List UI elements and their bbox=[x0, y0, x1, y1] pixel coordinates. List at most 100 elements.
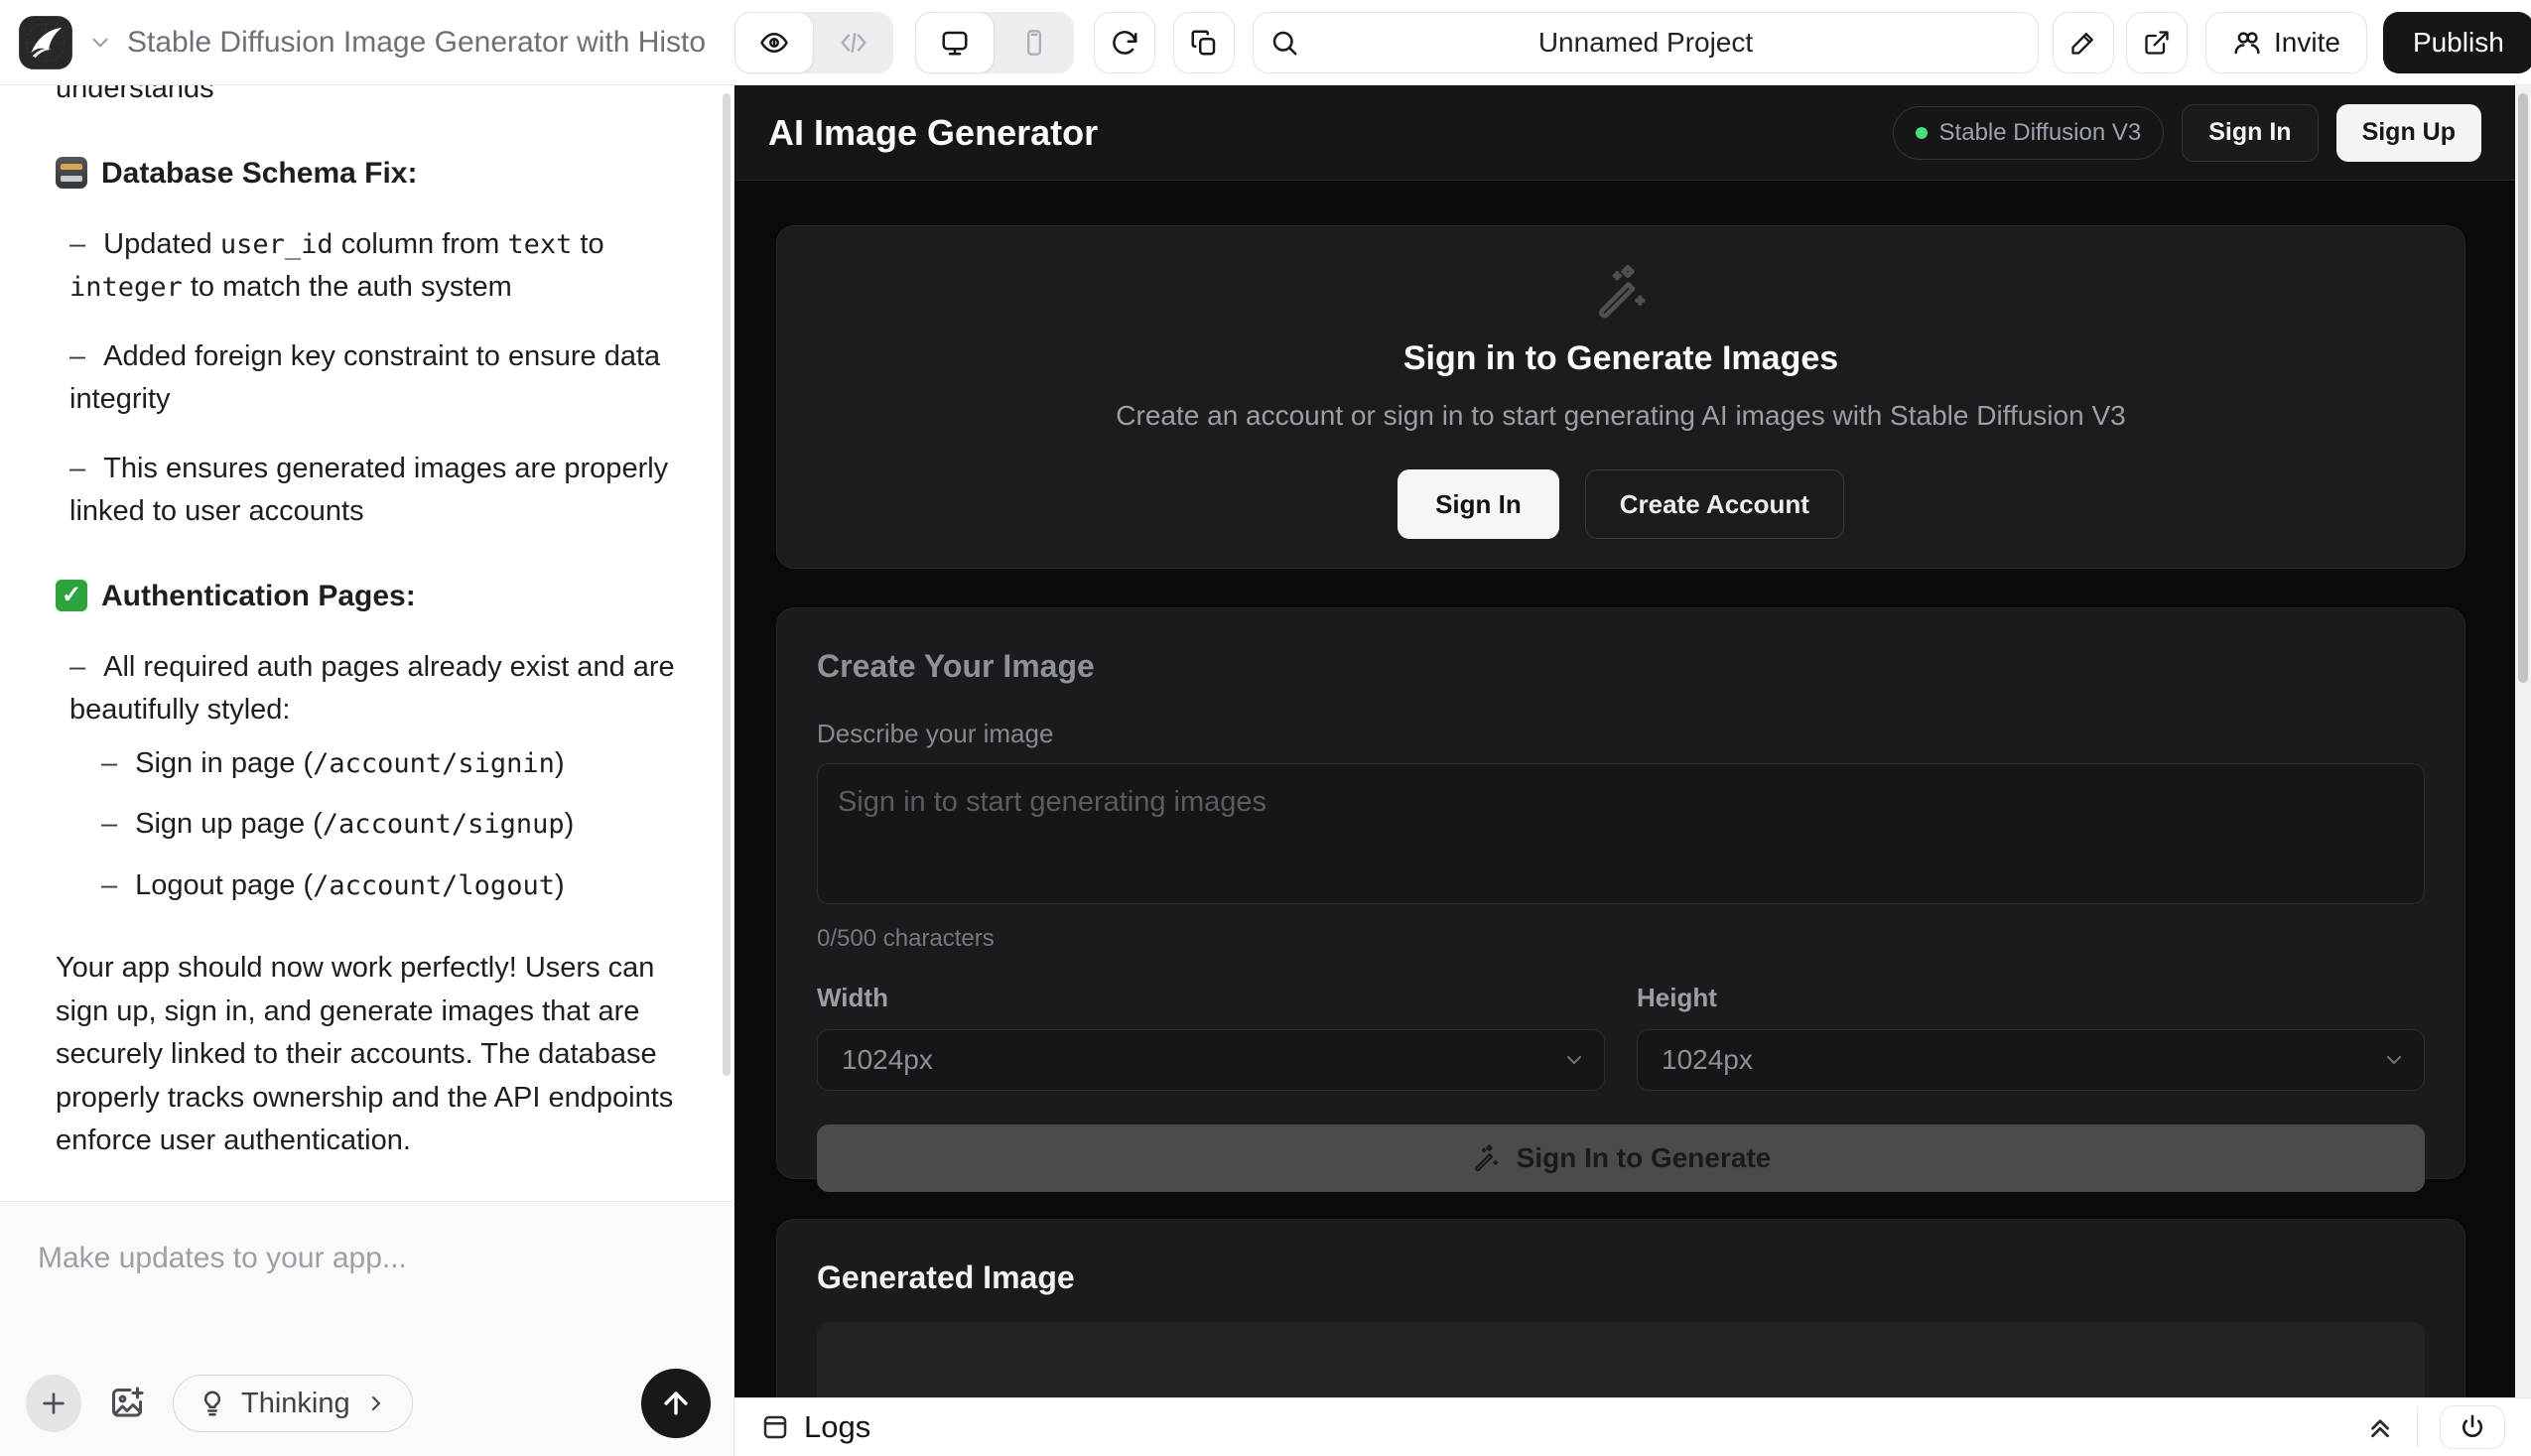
chat-scrollbar[interactable] bbox=[723, 93, 731, 1076]
chevron-down-icon[interactable] bbox=[87, 30, 113, 56]
project-name: Unnamed Project bbox=[1254, 27, 2038, 59]
expand-logs-button[interactable] bbox=[2365, 1412, 2395, 1442]
send-button[interactable] bbox=[641, 1369, 711, 1438]
app-preview: AI Image Generator Stable Diffusion V3 S… bbox=[734, 85, 2515, 1397]
chat-text: to match the auth system bbox=[183, 271, 512, 303]
divider bbox=[2417, 1407, 2418, 1447]
model-badge-label: Stable Diffusion V3 bbox=[1939, 119, 2142, 147]
code-icon bbox=[839, 28, 868, 58]
height-value: 1024px bbox=[1662, 1044, 1753, 1076]
hero-create-account-button[interactable]: Create Account bbox=[1585, 469, 1844, 539]
list-dash: – bbox=[101, 869, 117, 901]
chat-sublist: –Sign in page (/account/signin)–Sign up … bbox=[69, 742, 679, 908]
list-dash: – bbox=[101, 808, 117, 840]
hero-sign-in-button[interactable]: Sign In bbox=[1398, 469, 1559, 539]
phone-icon bbox=[1020, 29, 1048, 57]
magic-wand-icon bbox=[1471, 1143, 1501, 1173]
arrow-up-icon bbox=[659, 1387, 693, 1420]
add-attachment-button[interactable] bbox=[26, 1375, 81, 1432]
chevron-down-icon bbox=[1562, 1048, 1586, 1072]
chat-heading: Authentication Pages: bbox=[56, 574, 679, 618]
hero-subtitle: Create an account or sign in to start ge… bbox=[777, 400, 2464, 432]
chat-list-item: –Updated user_id column from text to int… bbox=[69, 223, 679, 310]
app-title: AI Image Generator bbox=[768, 112, 1098, 154]
code-toggle-button[interactable] bbox=[814, 12, 893, 73]
generate-label: Sign In to Generate bbox=[1517, 1142, 1772, 1174]
desktop-view-button[interactable] bbox=[915, 12, 995, 73]
preview-toggle-button[interactable] bbox=[734, 12, 814, 73]
rename-button[interactable] bbox=[2053, 12, 2114, 73]
open-external-button[interactable] bbox=[2126, 12, 2188, 73]
width-label: Width bbox=[817, 983, 1605, 1013]
chat-paragraph: Your app should now work perfectly! User… bbox=[56, 947, 679, 1163]
hero-title: Sign in to Generate Images bbox=[777, 339, 2464, 378]
height-select[interactable]: 1024px bbox=[1637, 1029, 2425, 1091]
header-sign-in-label: Sign In bbox=[2208, 118, 2291, 147]
browser-window-icon bbox=[760, 1412, 790, 1442]
preview-scrollbar-thumb[interactable] bbox=[2518, 93, 2528, 683]
invite-button[interactable]: Invite bbox=[2205, 12, 2367, 73]
chat-heading: Database Schema Fix: bbox=[56, 151, 679, 196]
generated-image-card: Generated Image bbox=[776, 1219, 2465, 1397]
hero-create-account-label: Create Account bbox=[1620, 489, 1809, 520]
device-toggle bbox=[915, 12, 1074, 73]
chat-list-item: –Logout page (/account/logout) bbox=[101, 864, 679, 908]
invite-label: Invite bbox=[2274, 27, 2340, 59]
chat-message-body: Database Schema Fix:–Updated user_id col… bbox=[56, 151, 679, 1163]
top-bar: Stable Diffusion Image Generator with Hi… bbox=[0, 0, 2531, 85]
chat-list: –All required auth pages already exist a… bbox=[56, 646, 679, 908]
app-logo[interactable] bbox=[18, 15, 73, 70]
chat-scroll-area[interactable]: understands Database Schema Fix:–Updated… bbox=[0, 85, 733, 1201]
chat-text: column from bbox=[333, 228, 508, 260]
chat-text: All required auth pages already exist an… bbox=[69, 651, 675, 727]
add-image-button[interactable] bbox=[109, 1386, 145, 1421]
status-dot bbox=[1916, 127, 1928, 139]
check-emoji bbox=[56, 580, 87, 611]
logs-label: Logs bbox=[804, 1409, 870, 1445]
copy-page-button[interactable] bbox=[1173, 12, 1235, 73]
chat-text: ) bbox=[555, 747, 565, 779]
eye-icon bbox=[759, 28, 789, 58]
chat-text: Sign up page ( bbox=[135, 808, 323, 840]
chevron-down-icon bbox=[2382, 1048, 2406, 1072]
height-label: Height bbox=[1637, 983, 2425, 1013]
list-dash: – bbox=[69, 651, 85, 683]
mobile-view-button[interactable] bbox=[995, 12, 1074, 73]
thinking-mode-selector[interactable]: Thinking bbox=[173, 1375, 413, 1432]
prompt-label: Describe your image bbox=[817, 719, 2425, 749]
width-select[interactable]: 1024px bbox=[817, 1029, 1605, 1091]
project-title: Stable Diffusion Image Generator with Hi… bbox=[127, 26, 706, 60]
list-dash: – bbox=[69, 453, 85, 484]
view-mode-toggle bbox=[734, 12, 893, 73]
image-plus-icon bbox=[109, 1386, 145, 1421]
publish-button[interactable]: Publish bbox=[2383, 12, 2531, 73]
preview-scrollbar-track bbox=[2515, 85, 2531, 1397]
chat-list-item: –Sign up page (/account/signup) bbox=[101, 803, 679, 847]
create-image-card: Create Your Image Describe your image 0/… bbox=[776, 607, 2465, 1179]
inline-code: user_id bbox=[220, 229, 333, 260]
inline-code: text bbox=[507, 229, 572, 260]
composer: Make updates to your app... Thinking bbox=[0, 1201, 733, 1456]
refresh-button[interactable] bbox=[1094, 12, 1155, 73]
prompt-textarea[interactable] bbox=[817, 763, 2425, 904]
chat-list-item: –All required auth pages already exist a… bbox=[69, 646, 679, 908]
chat-text: ) bbox=[565, 808, 575, 840]
hero-sign-in-label: Sign In bbox=[1435, 489, 1522, 520]
stop-app-button[interactable] bbox=[2440, 1405, 2505, 1449]
create-card-title: Create Your Image bbox=[817, 648, 2425, 685]
composer-input[interactable]: Make updates to your app... bbox=[0, 1202, 733, 1275]
header-sign-in-button[interactable]: Sign In bbox=[2182, 104, 2318, 162]
chat-text: Sign in page ( bbox=[135, 747, 313, 779]
chat-text: Updated bbox=[103, 228, 220, 260]
header-sign-up-button[interactable]: Sign Up bbox=[2336, 104, 2481, 162]
plus-icon bbox=[38, 1388, 69, 1419]
generate-button[interactable]: Sign In to Generate bbox=[817, 1125, 2425, 1192]
project-url-bar[interactable]: Unnamed Project bbox=[1253, 12, 2039, 73]
users-icon bbox=[2232, 28, 2262, 58]
chat-list-item: –This ensures generated images are prope… bbox=[69, 448, 679, 534]
sign-in-hero-card: Sign in to Generate Images Create an acc… bbox=[776, 225, 2465, 569]
list-dash: – bbox=[69, 228, 85, 260]
pencil-icon bbox=[2069, 29, 2097, 57]
chat-panel: understands Database Schema Fix:–Updated… bbox=[0, 85, 734, 1456]
model-badge: Stable Diffusion V3 bbox=[1893, 106, 2165, 160]
